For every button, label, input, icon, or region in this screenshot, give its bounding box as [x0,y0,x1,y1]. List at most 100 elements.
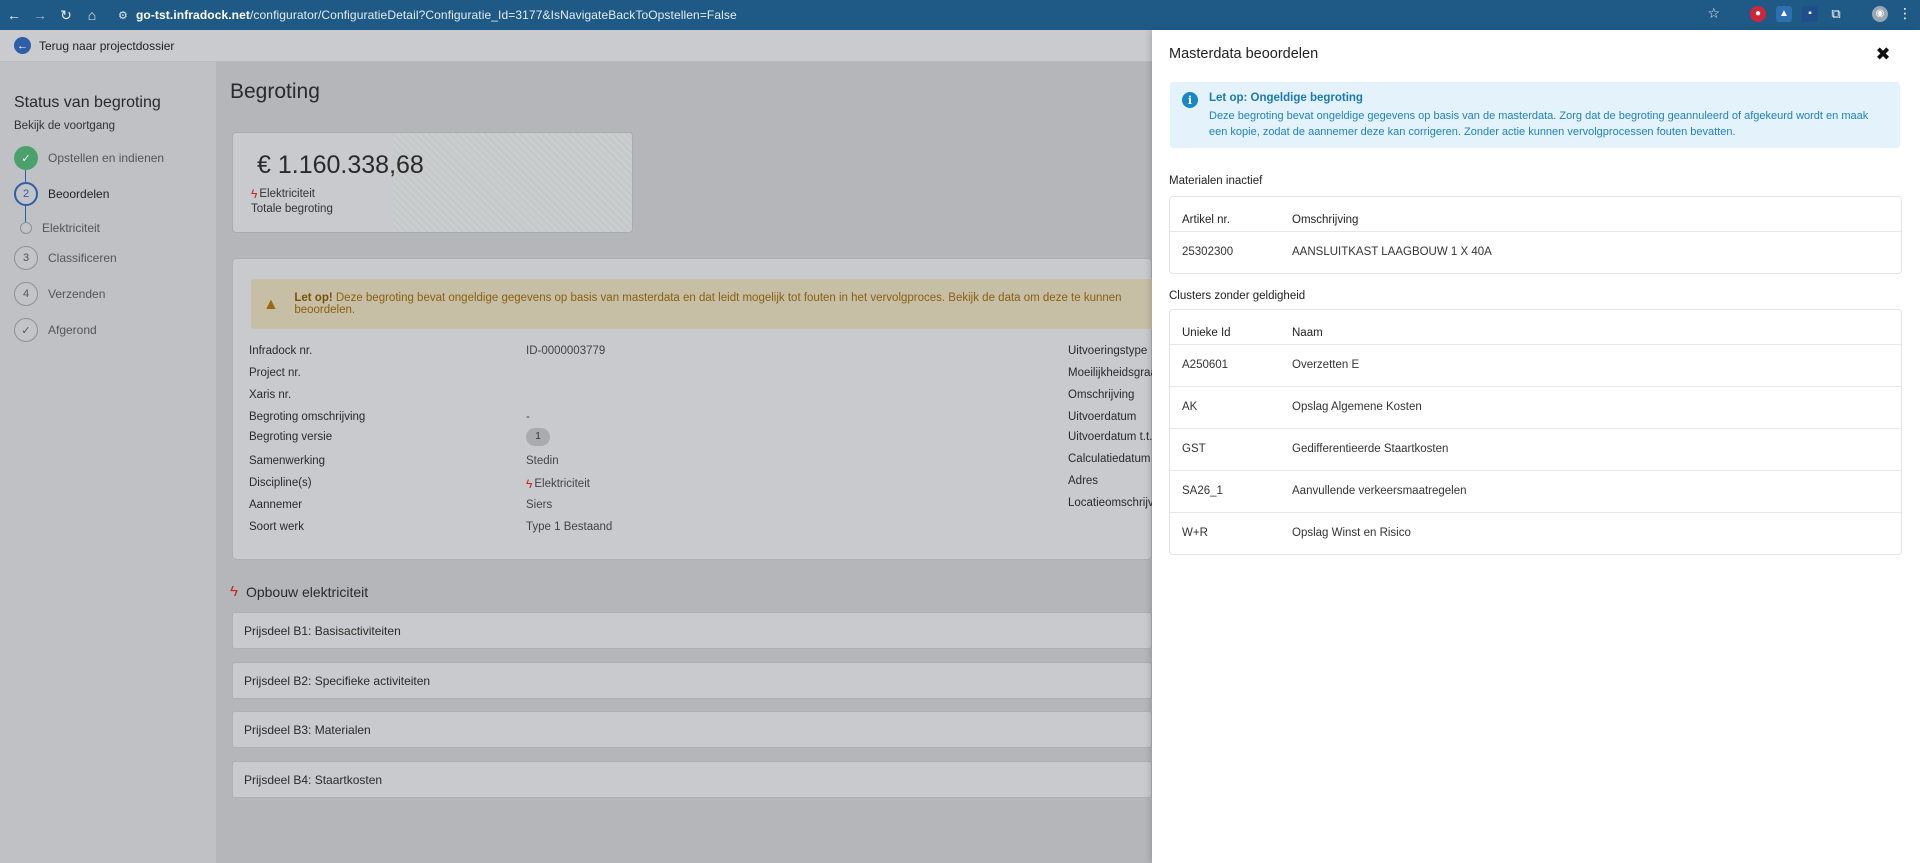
detail-label: Infradock nr. [249,345,313,357]
step-label: Afgerond [48,323,97,337]
panel-title: Masterdata beoordelen [1169,46,1319,62]
bookmark-star-icon[interactable]: ☆ [1707,5,1720,22]
step-elektriciteit[interactable]: Elektriciteit [14,221,100,235]
page-title: Begroting [230,80,320,103]
cell-name: Opslag Winst en Risico [1292,527,1411,539]
column-header: Naam [1292,327,1323,339]
profile-avatar-icon[interactable]: ◉ [1872,5,1888,22]
check-icon: ✓ [14,146,38,170]
step-opstellen[interactable]: ✓ Opstellen en indienen [14,146,164,170]
close-icon[interactable]: ✖ [1872,43,1894,65]
step-verzenden[interactable]: 4 Verzenden [14,282,105,306]
detail-value: Stedin [526,455,559,467]
browser-actions: ☆ ● ▲ ▪ ⧉ ◉ ⋮ [1707,5,1912,22]
cell-id: GST [1182,443,1206,455]
total-label: Totale begroting [251,203,333,215]
column-header: Artikel nr. [1182,214,1230,226]
cell-name: Opslag Algemene Kosten [1292,401,1422,413]
discipline-label: Elektriciteit [259,188,315,200]
site-info-icon[interactable]: ⚙ [118,9,128,22]
budget-details-card: ▲ Let op! Deze begroting bevat ongeldige… [232,258,1153,560]
materials-title: Materialen inactief [1169,175,1263,187]
home-icon[interactable]: ⌂ [80,3,104,27]
step-label: Opstellen en indienen [48,151,165,165]
section-title-text: Opbouw elektriciteit [245,583,369,600]
card-pattern [393,133,632,232]
detail-label: Calculatiedatum [1068,453,1151,465]
step-label: Elektriciteit [42,221,101,235]
accordion-b4[interactable]: Prijsdeel B4: Staartkosten [232,761,1152,798]
detail-label: Locatieomschrijving [1068,497,1152,509]
address-bar[interactable]: ⚙ go-tst.infradock.net /configurator/Con… [118,6,737,24]
step-afgerond[interactable]: ✓ Afgerond [14,318,97,342]
version-pill: 1 [526,428,550,446]
back-arrow-circle-icon[interactable]: ← [14,37,31,54]
back-to-project-link[interactable]: Terug naar projectdossier [39,39,174,53]
extension-red-icon[interactable]: ● [1750,5,1766,22]
accordion-b1[interactable]: Prijsdeel B1: Basisactiviteiten [232,612,1152,649]
warning-banner: ▲ Let op! Deze begroting bevat ongeldige… [251,279,1153,329]
step-label: Classificeren [48,251,117,265]
cell-description: AANSLUITKAST LAAGBOUW 1 X 40A [1292,246,1492,258]
section-title: ϟ Opbouw elektriciteit [230,583,368,600]
detail-value: ϟ Elektriciteit [526,477,590,491]
accordion-b2[interactable]: Prijsdeel B2: Specifieke activiteiten [232,662,1152,699]
warning-text: Let op! Deze begroting bevat ongeldige g… [294,292,1153,316]
cell-id: W+R [1182,527,1208,539]
detail-label: Xaris nr. [249,389,292,401]
table-row: GST Gedifferentieerde Staartkosten [1170,428,1901,470]
clusters-title: Clusters zonder geldigheid [1169,290,1306,302]
detail-label: Adres [1068,475,1099,487]
step-classificeren[interactable]: 3 Classificeren [14,246,117,270]
detail-value: - [526,411,530,423]
detail-label: Moeilijkheidsgraad [1068,367,1152,379]
check-icon: ✓ [14,318,38,342]
url-host: go-tst.infradock.net [135,8,250,22]
cell-id: AK [1182,401,1198,413]
detail-label: Begroting versie [249,431,333,443]
url-path: /configurator/ConfiguratieDetail?Configu… [249,8,737,22]
materials-table: Artikel nr. Omschrijving 25302300 AANSLU… [1169,196,1902,274]
detail-label: Uitvoerdatum t.t.v. [1068,431,1152,443]
forward-arrow-icon[interactable]: → [28,3,52,27]
reload-icon[interactable]: ↻ [54,3,78,27]
detail-label: Aannemer [249,499,303,511]
detail-label: Discipline(s) [249,477,312,489]
step-label: Beoordelen [48,187,110,201]
status-subtitle: Bekijk de voortgang [14,120,116,132]
step-beoordelen[interactable]: 2 Beoordelen [14,182,109,206]
alert-body: Deze begroting bevat ongeldige gegevens … [1209,110,1869,138]
back-arrow-icon[interactable]: ← [2,3,26,27]
table-row: AK Opslag Algemene Kosten [1170,386,1901,428]
info-icon: i [1182,92,1198,108]
table-row: A250601 Overzetten E [1170,344,1901,386]
accordion-b3[interactable]: Prijsdeel B3: Materialen [232,711,1152,748]
lightning-icon: ϟ [230,583,238,600]
step-connector [25,206,26,222]
extension-blue-icon[interactable]: ▲ [1776,5,1792,22]
detail-label: Soort werk [249,521,304,533]
discipline-tag: ϟ Elektriciteit [251,187,315,201]
lightning-icon: ϟ [251,187,258,201]
lightning-icon: ϟ [526,477,533,491]
table-row: 25302300 AANSLUITKAST LAAGBOUW 1 X 40A [1170,231,1901,273]
total-amount: € 1.160.338,68 [257,151,424,179]
step-number: 3 [14,246,38,270]
discipline-value: Elektriciteit [534,478,590,490]
step-connector [25,170,26,182]
table-row: SA26_1 Aanvullende verkeersmaatregelen [1170,470,1901,512]
table-row: W+R Opslag Winst en Risico [1170,512,1901,554]
cell-name: Gedifferentieerde Staartkosten [1292,443,1449,455]
masterdata-panel: Masterdata beoordelen ✖ i Let op: Ongeld… [1152,30,1920,863]
warning-triangle-icon: ▲ [263,296,279,313]
detail-value: Type 1 Bestaand [526,521,613,533]
extensions-puzzle-icon[interactable]: ⧉ [1828,6,1844,22]
browser-menu-icon[interactable]: ⋮ [1898,5,1912,22]
cell-article: 25302300 [1182,246,1234,258]
step-number: 4 [14,282,38,306]
detail-label: Omschrijving [1068,389,1135,401]
extension-doc-icon[interactable]: ▪ [1802,5,1818,22]
detail-label: Begroting omschrijving [249,411,366,423]
step-label: Verzenden [48,287,106,301]
table-header: Artikel nr. Omschrijving [1170,197,1901,231]
